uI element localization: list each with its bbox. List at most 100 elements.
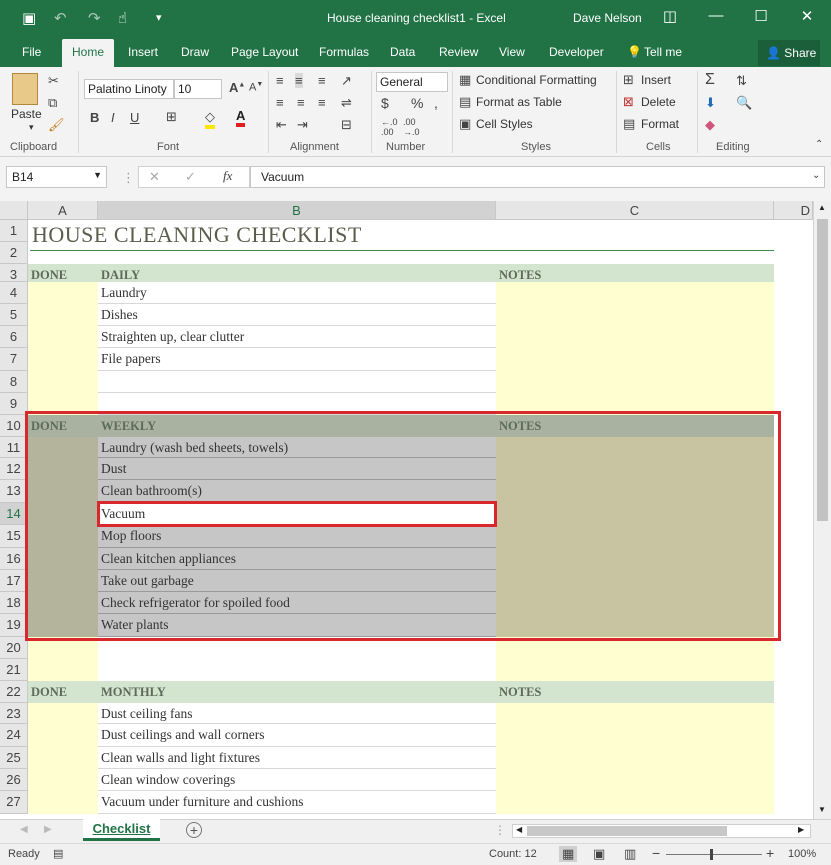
row-header-22[interactable]: 22 — [0, 681, 28, 703]
task-item-monthly[interactable]: Vacuum under furniture and cushions — [98, 791, 496, 814]
paste-icon[interactable] — [12, 73, 38, 105]
done-cell[interactable] — [28, 348, 98, 371]
row-header-1[interactable]: 1 — [0, 220, 28, 242]
user-name[interactable]: Dave Nelson — [573, 11, 642, 25]
zoom-out-icon[interactable]: − — [652, 845, 660, 861]
row-header-3[interactable]: 3 — [0, 264, 28, 282]
chevron-down-icon[interactable]: ▼ — [93, 170, 102, 180]
notes-cell[interactable] — [496, 724, 774, 747]
row-header-13[interactable]: 13 — [0, 480, 28, 503]
task-item-monthly[interactable]: Dust ceiling fans — [98, 703, 496, 724]
bold-icon[interactable]: B — [90, 110, 99, 125]
notes-cell[interactable] — [496, 282, 774, 304]
page-break-view-icon[interactable]: ▥ — [624, 846, 636, 862]
autosum-icon[interactable]: Σ — [705, 71, 715, 89]
decrease-decimal-icon[interactable]: .00 →.0 — [403, 117, 420, 137]
tab-insert[interactable]: Insert — [128, 45, 158, 59]
task-cell[interactable] — [98, 371, 496, 393]
font-size-box[interactable]: 10 — [174, 79, 222, 99]
task-item-daily[interactable]: Straighten up, clear clutter — [98, 326, 496, 348]
maximize-icon[interactable]: ☐ — [749, 7, 773, 25]
copy-icon[interactable]: ⧉ — [48, 95, 57, 111]
row-header-15[interactable]: 15 — [0, 525, 28, 548]
scroll-down-icon[interactable]: ▼ — [818, 805, 826, 814]
row-header-6[interactable]: 6 — [0, 326, 28, 348]
enter-icon[interactable]: ✓ — [185, 169, 196, 185]
format-as-table-button[interactable]: Format as Table — [476, 95, 562, 109]
sort-filter-icon[interactable]: ⇅ — [736, 73, 747, 89]
worksheet-grid[interactable]: 1 2 3 4 5 6 7 8 9 10 11 12 13 14 15 16 17 18 19 20 21 22 23 24 2… — [0, 220, 813, 819]
align-right-icon[interactable]: ≡ — [318, 95, 326, 110]
row-header-12[interactable]: 12 — [0, 458, 28, 480]
macro-record-icon[interactable]: ▤ — [53, 847, 63, 860]
customize-qat-icon[interactable]: ▾ — [156, 11, 162, 24]
horizontal-scroll-thumb[interactable] — [527, 826, 727, 836]
shrink-font-icon[interactable]: A▼ — [249, 81, 263, 94]
done-cell[interactable] — [28, 724, 98, 747]
decrease-indent-icon[interactable]: ⇤ — [276, 117, 287, 133]
notes-cell[interactable] — [496, 791, 774, 814]
task-item-daily[interactable]: Dishes — [98, 304, 496, 326]
share-button[interactable]: 👤 Share — [758, 40, 820, 66]
notes-cell[interactable] — [496, 747, 774, 769]
underline-icon[interactable]: U — [130, 110, 139, 125]
prev-sheet-icon[interactable]: ◀ — [20, 824, 28, 835]
tab-developer[interactable]: Developer — [549, 45, 604, 59]
done-cell[interactable] — [28, 659, 98, 681]
add-sheet-icon[interactable]: + — [186, 822, 202, 838]
row-header-25[interactable]: 25 — [0, 747, 28, 769]
fill-icon[interactable]: ⬇ — [705, 95, 716, 111]
undo-icon[interactable]: ↶ — [54, 9, 67, 27]
percent-icon[interactable]: % — [411, 95, 423, 111]
italic-icon[interactable]: I — [111, 110, 115, 125]
task-item-monthly[interactable]: Clean window coverings — [98, 769, 496, 791]
task-item-monthly[interactable]: Dust ceilings and wall corners — [98, 724, 496, 747]
done-cell[interactable] — [28, 769, 98, 791]
row-header-27[interactable]: 27 — [0, 791, 28, 814]
zoom-slider-handle[interactable] — [710, 849, 713, 860]
row-header-21[interactable]: 21 — [0, 659, 28, 681]
expand-formula-icon[interactable]: ⌄ — [812, 170, 820, 181]
align-left-icon[interactable]: ≡ — [276, 95, 284, 110]
notes-cell[interactable] — [496, 659, 774, 681]
row-header-7[interactable]: 7 — [0, 348, 28, 371]
paste-label[interactable]: Paste — [11, 107, 42, 121]
center-icon[interactable]: ≡ — [297, 95, 305, 110]
wrap-text-icon[interactable]: ⇌ — [341, 95, 352, 111]
collapse-ribbon-icon[interactable]: ⌃ — [815, 139, 823, 150]
redo-icon[interactable]: ↷ — [88, 9, 101, 27]
format-cells-button[interactable]: Format — [641, 117, 679, 131]
done-cell[interactable] — [28, 371, 98, 393]
done-cell[interactable] — [28, 747, 98, 769]
row-header-2[interactable]: 2 — [0, 242, 28, 264]
close-icon[interactable]: ✕ — [795, 7, 819, 25]
column-header-a[interactable]: A — [28, 201, 98, 220]
number-format-box[interactable]: General — [376, 72, 448, 92]
merge-center-icon[interactable]: ⊟ — [341, 117, 352, 133]
notes-cell[interactable] — [496, 371, 774, 393]
insert-cells-button[interactable]: Insert — [641, 73, 671, 87]
scroll-right-icon[interactable]: ▶ — [798, 825, 804, 834]
task-item-daily[interactable]: File papers — [98, 348, 496, 371]
scroll-thumb[interactable] — [817, 219, 828, 521]
minimize-icon[interactable]: — — [704, 7, 728, 24]
tab-review[interactable]: Review — [439, 45, 478, 59]
cut-icon[interactable]: ✂ — [48, 73, 59, 89]
name-box[interactable]: B14 ▼ — [6, 166, 107, 188]
row-header-5[interactable]: 5 — [0, 304, 28, 326]
fill-color-icon[interactable]: ◇ — [205, 109, 215, 129]
format-painter-icon[interactable]: 🖌 — [48, 117, 65, 133]
row-header-23[interactable]: 23 — [0, 703, 28, 724]
row-header-20[interactable]: 20 — [0, 637, 28, 659]
scroll-left-icon[interactable]: ◀ — [516, 825, 522, 834]
task-item-monthly[interactable]: Clean walls and light fixtures — [98, 747, 496, 769]
tell-me-box[interactable]: Tell me — [644, 45, 682, 59]
split-handle-icon[interactable]: ⋮ — [494, 823, 506, 837]
zoom-level[interactable]: 100% — [788, 848, 816, 860]
cell-styles-button[interactable]: Cell Styles — [476, 117, 533, 131]
page-layout-view-icon[interactable]: ▣ — [593, 846, 605, 862]
paste-dropdown-icon[interactable]: ▾ — [29, 122, 34, 133]
next-sheet-icon[interactable]: ▶ — [44, 824, 52, 835]
tab-data[interactable]: Data — [390, 45, 415, 59]
save-icon[interactable]: ▣ — [22, 9, 36, 27]
